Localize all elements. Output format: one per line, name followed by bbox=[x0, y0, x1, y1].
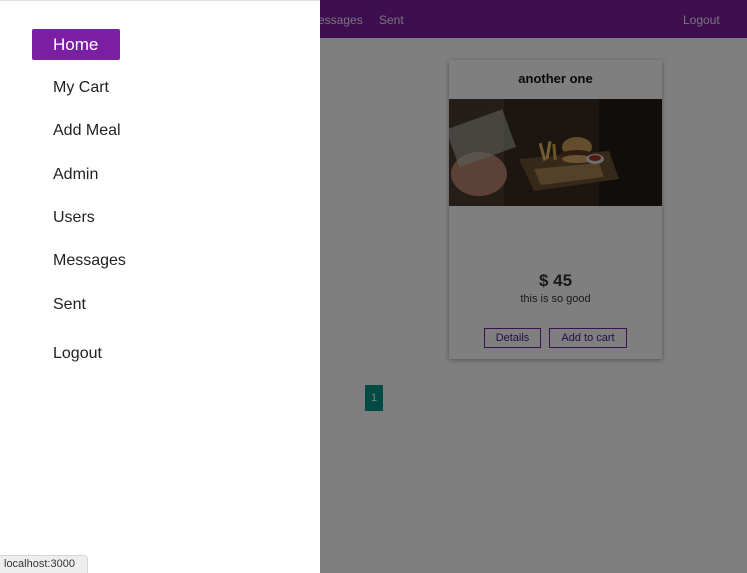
drawer-item-sent[interactable]: Sent bbox=[32, 289, 120, 320]
drawer-item-messages[interactable]: Messages bbox=[32, 245, 126, 276]
drawer-item-home[interactable]: Home bbox=[32, 29, 120, 60]
browser-status-url: localhost:3000 bbox=[0, 555, 88, 573]
drawer-item-my-cart[interactable]: My Cart bbox=[32, 72, 120, 103]
drawer-item-users[interactable]: Users bbox=[32, 202, 120, 233]
side-drawer: Home My Cart Add Meal Admin Users Messag… bbox=[0, 0, 320, 573]
drawer-item-add-meal[interactable]: Add Meal bbox=[32, 115, 121, 146]
drawer-item-admin[interactable]: Admin bbox=[32, 159, 120, 190]
drawer-item-logout[interactable]: Logout bbox=[32, 338, 120, 369]
